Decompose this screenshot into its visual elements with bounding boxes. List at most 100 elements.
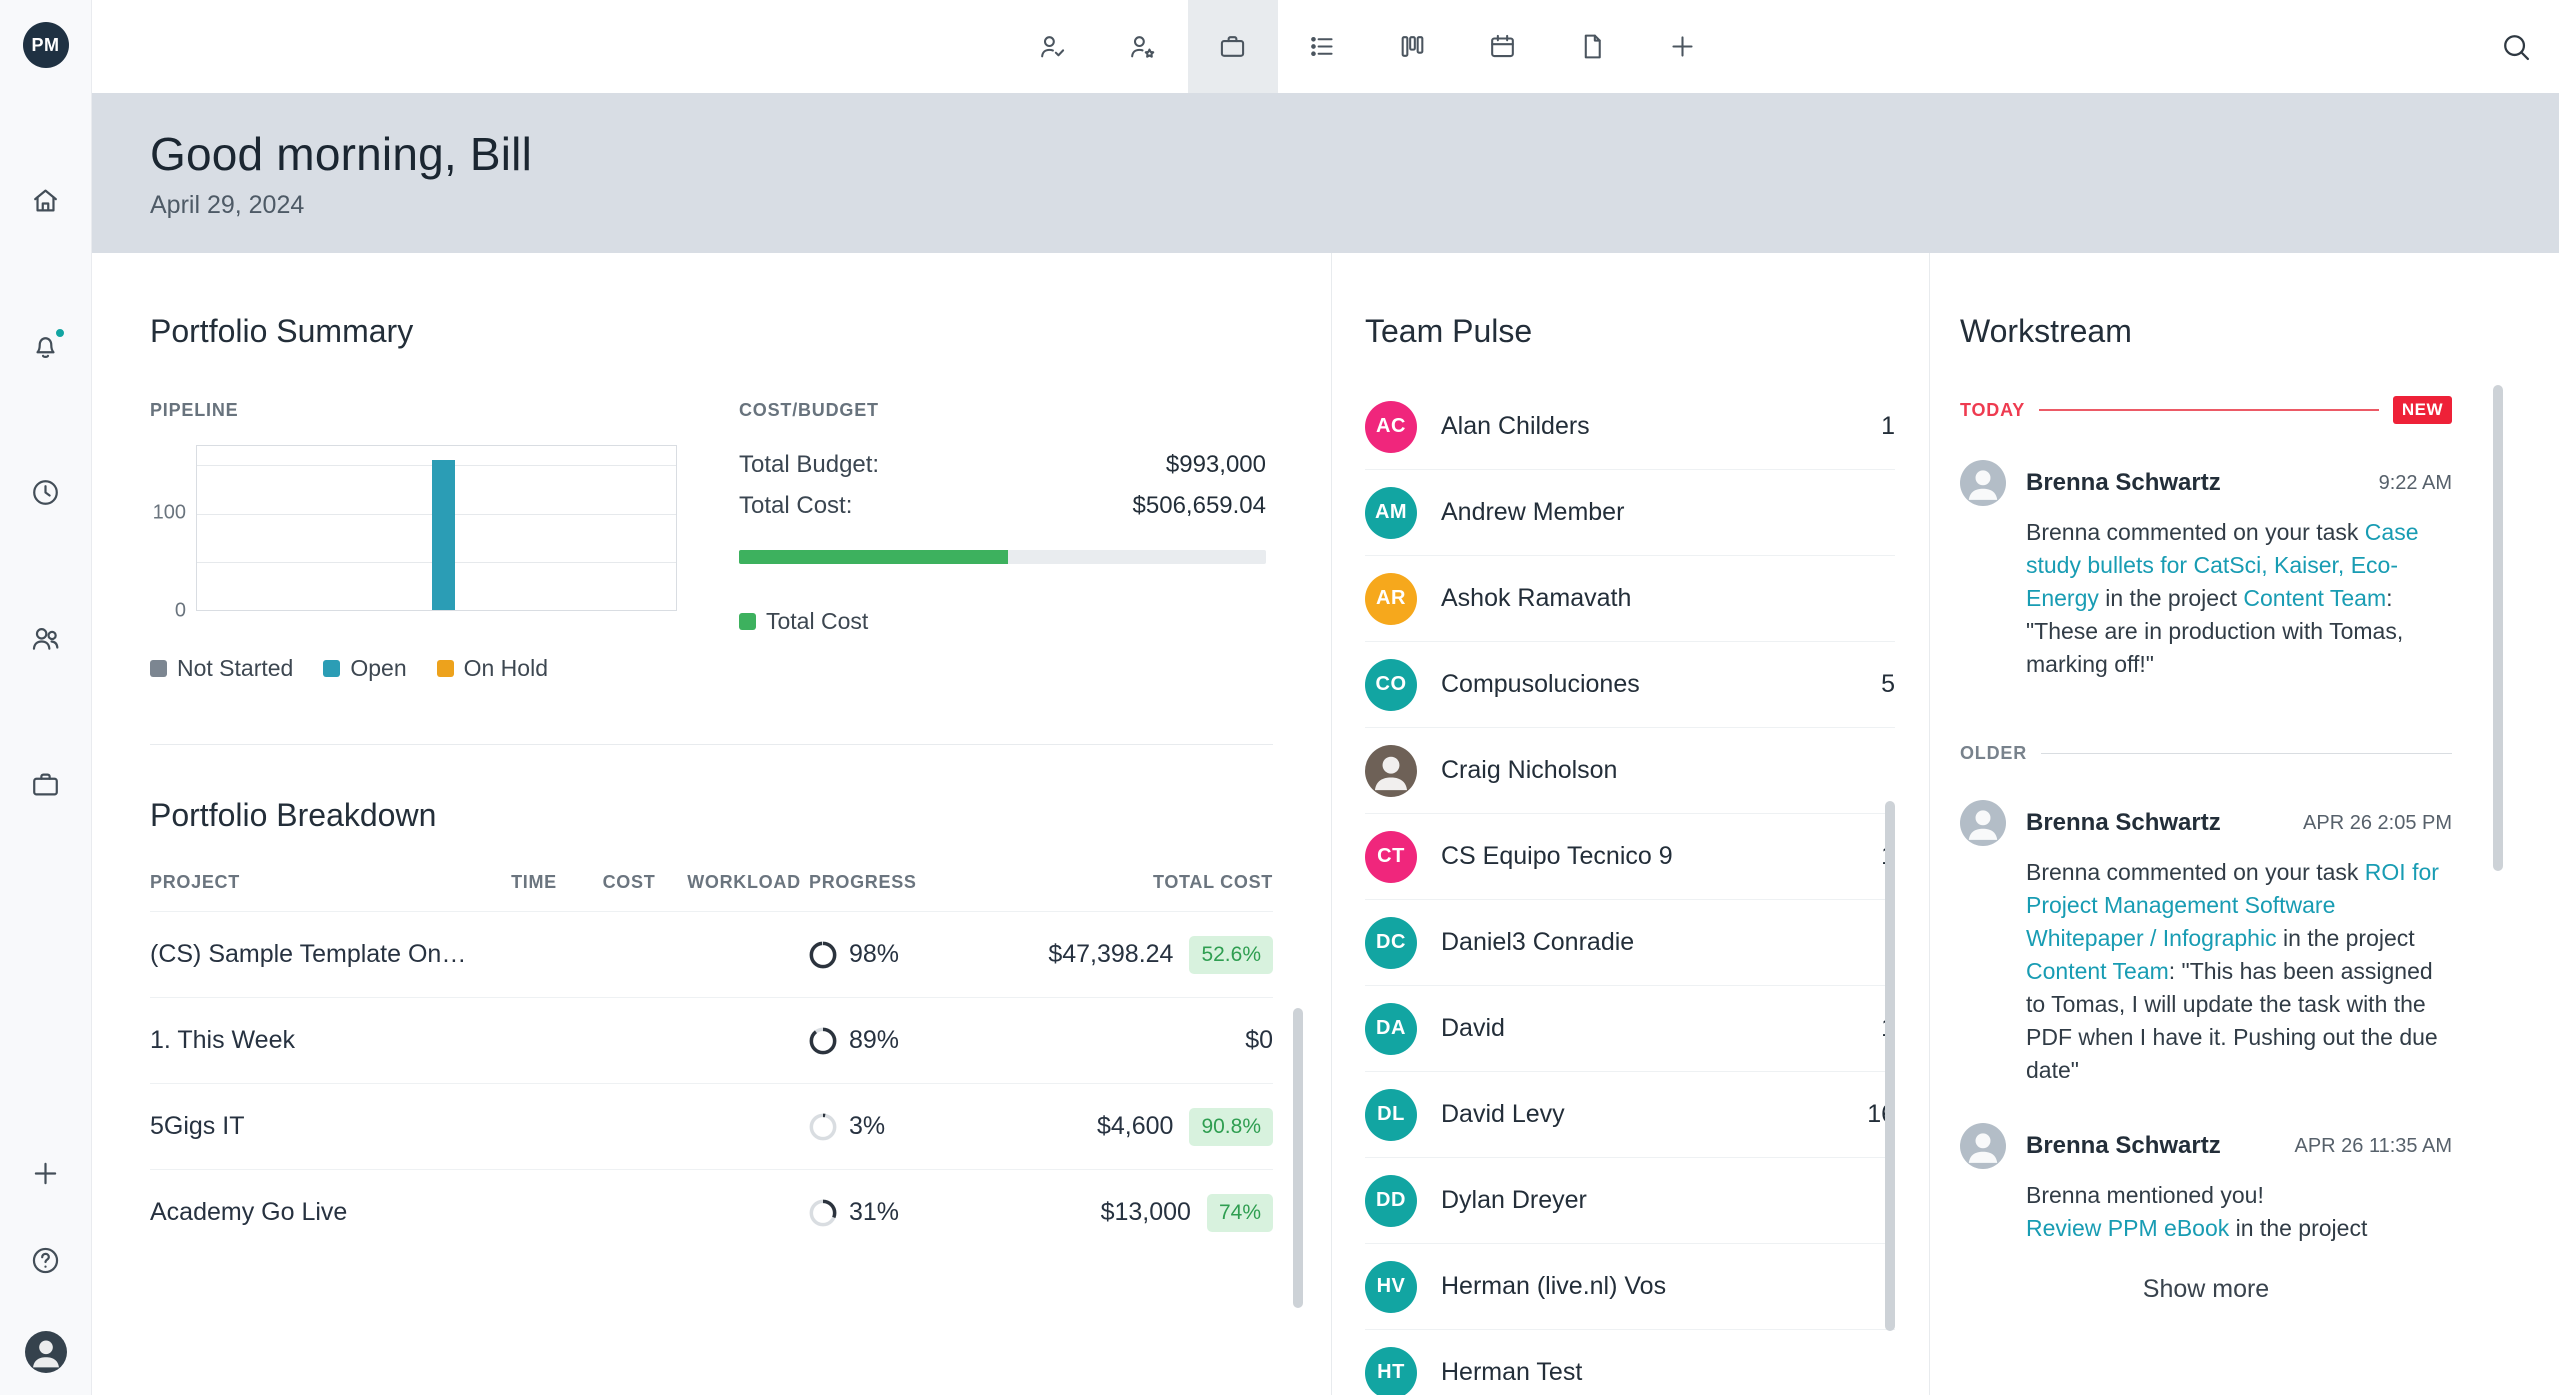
total-cost-cell: $0 (973, 1026, 1273, 1055)
member-name: David (1441, 1014, 1505, 1043)
portfolio-scrollbar[interactable] (1293, 1008, 1303, 1308)
team-pulse-panel: Team Pulse ACAlan Childers1AMAndrew Memb… (1332, 253, 1930, 1395)
cost-budget-rows: Total Budget: $993,000 Total Cost: $506,… (739, 451, 1266, 520)
task-link[interactable]: Content Team (2243, 585, 2386, 611)
total-cost-value: $0 (1245, 1026, 1273, 1055)
table-row[interactable]: 5Gigs IT3%$4,60090.8% (150, 1083, 1273, 1169)
total-cost-cell: $13,00074% (973, 1194, 1273, 1232)
team-member-row[interactable]: DDDylan Dreyer (1365, 1158, 1895, 1244)
tab-list[interactable] (1278, 0, 1368, 93)
team-pulse-scrollbar[interactable] (1885, 801, 1895, 1331)
team-member-row[interactable]: ACAlan Childers1 (1365, 384, 1895, 470)
search-icon[interactable] (2499, 30, 2533, 64)
author-name: Brenna Schwartz (2026, 1132, 2221, 1160)
member-name: Dylan Dreyer (1441, 1186, 1587, 1215)
team-pulse-title: Team Pulse (1365, 313, 1929, 350)
member-name: Andrew Member (1441, 498, 1624, 527)
item-body: Brenna mentioned you!Review PPM eBook in… (2026, 1179, 2452, 1245)
progress-ring (809, 941, 837, 969)
project-name[interactable]: (CS) Sample Template Onbo... (150, 940, 489, 969)
table-row[interactable]: Academy Go Live31%$13,00074% (150, 1169, 1273, 1255)
nav-team-icon[interactable] (29, 622, 62, 655)
task-link[interactable]: ROI for Project Management Software Whit… (2026, 859, 2439, 951)
sidebar: PM (0, 0, 92, 1395)
greeting-banner: Good morning, Bill April 29, 2024 (92, 93, 2559, 253)
team-member-row[interactable]: COCompusoluciones5 (1365, 642, 1895, 728)
member-name: David Levy (1441, 1100, 1565, 1129)
author-name: Brenna Schwartz (2026, 469, 2221, 497)
nav-home-icon[interactable] (29, 184, 62, 217)
older-divider: OLDER (1960, 743, 2452, 764)
column-header[interactable]: WORKLOAD (679, 872, 809, 893)
user-star-icon (1127, 31, 1158, 62)
member-avatar: HT (1365, 1347, 1417, 1395)
member-avatar: HV (1365, 1261, 1417, 1313)
tab-calendar[interactable] (1458, 0, 1548, 93)
total-budget-label: Total Budget: (739, 451, 879, 479)
member-avatar: CO (1365, 659, 1417, 711)
table-row[interactable]: 1. This Week89%$0 (150, 997, 1273, 1083)
workstream-item: Brenna SchwartzAPR 26 11:35 AMBrenna men… (1960, 1123, 2452, 1245)
sidebar-nav (29, 184, 62, 801)
user-avatar[interactable] (25, 1331, 67, 1373)
team-member-row[interactable]: Craig Nicholson (1365, 728, 1895, 814)
table-header-row: PROJECTTIMECOSTWORKLOADPROGRESSTOTAL COS… (150, 872, 1273, 911)
tab-portfolio[interactable] (1188, 0, 1278, 93)
workstream-scrollbar[interactable] (2493, 385, 2503, 871)
pipeline-bar (432, 460, 455, 610)
legend-swatch (739, 613, 756, 630)
nav-recent-icon[interactable] (29, 476, 62, 509)
team-member-row[interactable]: AMAndrew Member (1365, 470, 1895, 556)
progress-ring (809, 1027, 837, 1055)
project-name[interactable]: 5Gigs IT (150, 1112, 489, 1141)
total-cost-row: Total Cost: $506,659.04 (739, 492, 1266, 520)
tab-board[interactable] (1368, 0, 1458, 93)
member-avatar: DC (1365, 917, 1417, 969)
app-logo[interactable]: PM (23, 22, 69, 68)
member-count: 1 (1881, 412, 1895, 441)
member-avatar (1365, 745, 1417, 797)
greeting-title: Good morning, Bill (150, 127, 2559, 181)
member-name: Compusoluciones (1441, 670, 1640, 699)
tab-user-star[interactable] (1098, 0, 1188, 93)
help-icon[interactable] (29, 1244, 62, 1277)
nav-notifications-icon[interactable] (29, 330, 62, 363)
legend-item: Open (323, 655, 406, 682)
show-more-button[interactable]: Show more (1960, 1275, 2452, 1304)
task-link[interactable]: Content Team (2026, 958, 2169, 984)
tab-user-check[interactable] (1008, 0, 1098, 93)
column-header[interactable]: PROGRESS (809, 872, 973, 893)
column-header[interactable]: TIME (489, 872, 579, 893)
team-member-row[interactable]: DADavid1 (1365, 986, 1895, 1072)
member-avatar: DL (1365, 1089, 1417, 1141)
team-member-row[interactable]: HTHerman Test (1365, 1330, 1895, 1395)
team-member-row[interactable]: DLDavid Levy16 (1365, 1072, 1895, 1158)
workstream-feed: TODAY NEW Brenna Schwartz9:22 AMBrenna c… (1960, 396, 2452, 1304)
team-member-row[interactable]: ARAshok Ramavath (1365, 556, 1895, 642)
today-divider: TODAY NEW (1960, 396, 2452, 424)
item-body: Brenna commented on your task ROI for Pr… (2026, 856, 2452, 1087)
sidebar-add-icon[interactable] (29, 1157, 62, 1190)
column-header[interactable]: TOTAL COST (973, 872, 1273, 893)
project-name[interactable]: 1. This Week (150, 1026, 489, 1055)
member-name: Ashok Ramavath (1441, 584, 1631, 613)
column-header[interactable]: PROJECT (150, 872, 489, 893)
sidebar-bottom (25, 1157, 67, 1395)
nav-portfolio-icon[interactable] (29, 768, 62, 801)
project-name[interactable]: Academy Go Live (150, 1198, 489, 1227)
board-icon (1397, 31, 1428, 62)
author-avatar (1960, 800, 2006, 846)
table-row[interactable]: (CS) Sample Template Onbo...98%$47,398.2… (150, 911, 1273, 997)
team-member-row[interactable]: HVHerman (live.nl) Vos (1365, 1244, 1895, 1330)
today-label: TODAY (1960, 400, 2025, 421)
app: PM Good morning, Bill April 29, 2024 Por… (0, 0, 2559, 1395)
workstream-title: Workstream (1960, 313, 2559, 350)
task-link[interactable]: Review PPM eBook (2026, 1215, 2229, 1241)
team-member-row[interactable]: CTCS Equipo Tecnico 91 (1365, 814, 1895, 900)
team-member-row[interactable]: DCDaniel3 Conradie (1365, 900, 1895, 986)
tab-add[interactable] (1638, 0, 1728, 93)
column-header[interactable]: COST (579, 872, 679, 893)
list-icon (1307, 31, 1338, 62)
notification-dot (54, 327, 66, 339)
tab-page[interactable] (1548, 0, 1638, 93)
